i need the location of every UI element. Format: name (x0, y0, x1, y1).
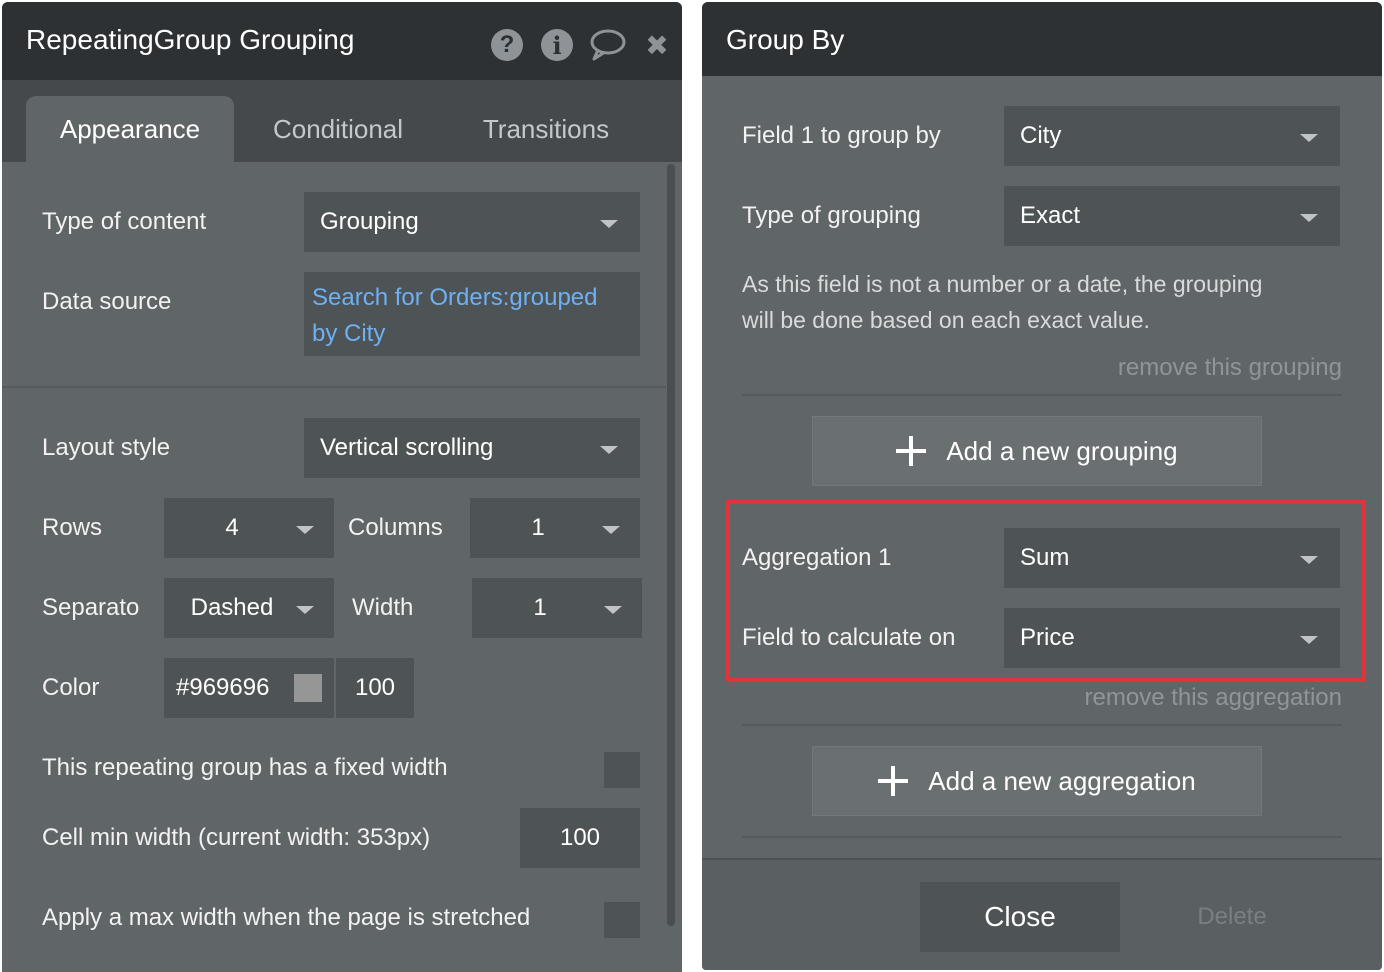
chevron-down-icon (1300, 214, 1318, 222)
panel-titlebar[interactable]: RepeatingGroup Grouping ? i ✖ (2, 2, 682, 80)
type-of-content-label: Type of content (42, 208, 207, 235)
columns-value: 1 (531, 514, 545, 541)
separator-value: Dashed (190, 594, 274, 621)
grouping-divider (742, 394, 1342, 396)
color-swatch[interactable] (294, 674, 322, 702)
fixed-width-checkbox[interactable] (604, 752, 640, 788)
aggregation-divider (742, 724, 1342, 726)
data-source-expression-line1[interactable]: Search for Orders:grouped (312, 284, 597, 312)
data-source-expression-line2[interactable]: by City (312, 320, 385, 348)
plus-icon (896, 436, 927, 466)
data-source-field[interactable]: Search for Orders:grouped by City (304, 272, 640, 356)
field-to-calculate-dropdown[interactable]: Price (1004, 608, 1340, 668)
field-to-calculate-value: Price (1020, 624, 1075, 651)
group-by-titlebar[interactable]: Group By (702, 2, 1382, 76)
chevron-down-icon (604, 606, 622, 614)
grouping-help-line1: As this field is not a number or a date,… (742, 271, 1263, 297)
rows-value: 4 (225, 514, 239, 541)
color-label: Color (42, 674, 100, 701)
section-divider (2, 386, 666, 388)
help-icon[interactable]: ? (490, 28, 524, 62)
field1-value: City (1020, 122, 1062, 149)
info-icon[interactable]: i (540, 28, 574, 62)
remove-aggregation-link[interactable]: remove this aggregation (1085, 684, 1342, 712)
remove-grouping-link[interactable]: remove this grouping (1118, 354, 1342, 382)
panel-title: RepeatingGroup Grouping (26, 24, 355, 55)
tab-conditional[interactable]: Conditional (250, 96, 426, 162)
chevron-down-icon (1300, 134, 1318, 142)
cell-min-width-label: Cell min width (current width: 353px) (42, 824, 431, 851)
fixed-width-label: This repeating group has a fixed width (42, 754, 448, 781)
rows-label: Rows (42, 514, 103, 541)
close-icon[interactable]: ✖ (640, 28, 674, 62)
chevron-down-icon (296, 606, 314, 614)
chevron-down-icon (1300, 636, 1318, 644)
chevron-down-icon (600, 446, 618, 454)
columns-label: Columns (348, 514, 443, 541)
max-width-label: Apply a max width when the page is stret… (42, 904, 531, 931)
max-width-checkbox[interactable] (604, 902, 640, 938)
comment-icon[interactable] (588, 28, 628, 62)
plus-icon (878, 766, 909, 796)
layout-style-value: Vertical scrolling (320, 434, 494, 461)
group-by-panel: Group By Field 1 to group by City Type o… (702, 2, 1382, 970)
chevron-down-icon (600, 220, 618, 228)
cell-min-width-input[interactable]: 100 (520, 808, 640, 868)
columns-dropdown[interactable]: 1 (470, 498, 640, 558)
add-aggregation-label: Add a new aggregation (928, 765, 1196, 796)
rows-dropdown[interactable]: 4 (164, 498, 334, 558)
type-of-grouping-label: Type of grouping (742, 202, 921, 229)
width-label: Width (352, 594, 414, 621)
add-aggregation-button[interactable]: Add a new aggregation (812, 746, 1262, 816)
tab-appearance[interactable]: Appearance (26, 96, 234, 162)
field1-label: Field 1 to group by (742, 122, 941, 149)
layout-style-dropdown[interactable]: Vertical scrolling (304, 418, 640, 478)
chevron-down-icon (296, 526, 314, 534)
color-hex-value: #969696 (176, 674, 270, 701)
scrollbar[interactable] (667, 164, 675, 926)
separator-dropdown[interactable]: Dashed (164, 578, 334, 638)
grouping-help-line2: will be done based on each exact value. (742, 307, 1150, 333)
type-of-content-dropdown[interactable]: Grouping (304, 192, 640, 252)
type-of-grouping-value: Exact (1020, 202, 1081, 229)
tab-bar: Appearance Conditional Transitions (2, 80, 682, 162)
delete-button[interactable]: Delete (1172, 882, 1292, 952)
dialog-footer: Close Delete (702, 858, 1382, 970)
add-grouping-label: Add a new grouping (946, 435, 1178, 466)
footer-divider (742, 836, 1342, 838)
field-to-calculate-label: Field to calculate on (742, 624, 956, 651)
type-of-content-value: Grouping (320, 208, 419, 235)
aggregation1-label: Aggregation 1 (742, 544, 892, 571)
data-source-label: Data source (42, 288, 172, 315)
tab-transitions[interactable]: Transitions (458, 96, 634, 162)
aggregation1-value: Sum (1020, 544, 1070, 571)
chevron-down-icon (602, 526, 620, 534)
chevron-down-icon (1300, 556, 1318, 564)
separator-label: Separato (42, 594, 140, 621)
layout-style-label: Layout style (42, 434, 171, 461)
field1-dropdown[interactable]: City (1004, 106, 1340, 166)
width-dropdown[interactable]: 1 (472, 578, 642, 638)
type-of-grouping-dropdown[interactable]: Exact (1004, 186, 1340, 246)
close-button[interactable]: Close (920, 882, 1120, 952)
color-opacity-input[interactable]: 100 (336, 658, 414, 718)
add-grouping-button[interactable]: Add a new grouping (812, 416, 1262, 486)
element-properties-panel: RepeatingGroup Grouping ? i ✖ Appearance… (2, 2, 682, 972)
width-value: 1 (533, 594, 547, 621)
aggregation1-dropdown[interactable]: Sum (1004, 528, 1340, 588)
group-by-title: Group By (726, 24, 845, 55)
